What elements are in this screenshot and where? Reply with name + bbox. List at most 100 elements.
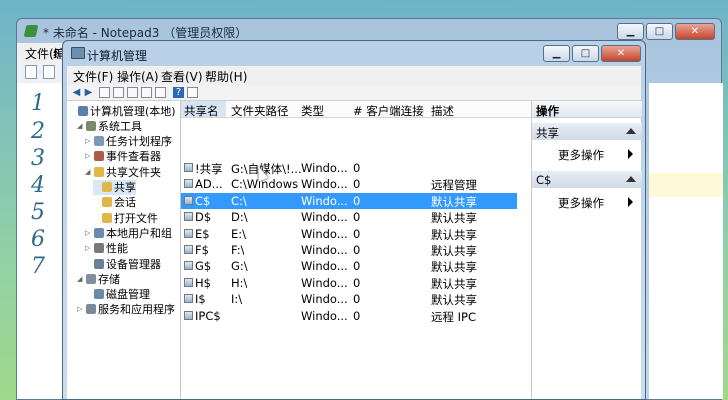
expander-icon[interactable]: ▷: [85, 244, 93, 252]
menu-view[interactable]: 查看(V): [161, 68, 203, 85]
tree-node[interactable]: ▷ 性能: [85, 241, 128, 256]
more-actions-cshare[interactable]: 更多操作: [558, 195, 604, 211]
cell-clients: 0: [353, 226, 361, 241]
column-description[interactable]: 描述: [431, 103, 454, 119]
share-icon: [184, 245, 193, 254]
cell-desc: 默认共享: [431, 194, 477, 209]
actions-section-share[interactable]: 共享: [532, 123, 642, 140]
notepad-close-button[interactable]: ✕: [675, 23, 715, 40]
menu-action[interactable]: 操作(A): [117, 68, 159, 85]
actions-section-cshare[interactable]: C$: [532, 171, 642, 188]
notepad-minimize-button[interactable]: ▁: [617, 23, 644, 40]
tree-node[interactable]: 计算机管理(本地): [69, 103, 176, 118]
cell-clients: 0: [353, 193, 361, 208]
properties-icon[interactable]: [127, 87, 138, 98]
expander-icon[interactable]: ◢: [85, 168, 93, 176]
cell-desc: 默认共享: [431, 260, 477, 275]
cell-clients: 0: [353, 259, 361, 274]
section-label: 共享: [536, 126, 559, 140]
cm-minimize-button[interactable]: ▁: [543, 45, 570, 62]
shares-list: 共享名 文件夹路径 类型 # 客户端连接 描述 !共享 G:\自媒体\!... Wi…: [181, 101, 531, 399]
expander-icon[interactable]: ◢: [77, 275, 85, 283]
tree-node-label: 本地用户和组: [106, 226, 172, 240]
show-tree-icon[interactable]: [113, 87, 124, 98]
tree-node-icon: [94, 258, 104, 269]
tree-node[interactable]: ◢ 共享文件夹: [85, 164, 161, 179]
cell-clients: 0: [353, 292, 361, 307]
more-actions-share[interactable]: 更多操作: [558, 147, 604, 163]
tree-node-icon: [94, 227, 104, 238]
cell-name: C$: [195, 193, 211, 208]
tree-node-label: 共享文件夹: [106, 165, 161, 179]
tree-node-icon: [78, 105, 88, 116]
menu-help[interactable]: 帮助(H): [205, 68, 247, 85]
tree-node-label: 存储: [98, 272, 120, 286]
back-arrow-icon[interactable]: ◀: [71, 87, 82, 98]
cm-close-button[interactable]: ✕: [601, 45, 641, 62]
cell-type: Windo...: [301, 275, 348, 290]
share-row[interactable]: E$ E:\ Windo... 0 默认共享: [181, 226, 517, 242]
export-list-icon[interactable]: [155, 87, 166, 98]
expander-icon[interactable]: ▷: [85, 137, 93, 145]
tree-node[interactable]: 设备管理器: [85, 256, 161, 271]
notepad-editor-area[interactable]: [649, 83, 723, 399]
cell-type: Windo...: [301, 193, 348, 208]
collapse-icon[interactable]: [626, 176, 636, 182]
tree-node[interactable]: 磁盘管理: [85, 287, 150, 302]
tree-node[interactable]: ◢ 系统工具: [77, 118, 142, 133]
share-row[interactable]: D$ D:\ Windo... 0 默认共享: [181, 209, 517, 225]
tree-node-icon: [94, 289, 104, 300]
expander-icon[interactable]: ▷: [85, 229, 93, 237]
help-icon[interactable]: ?: [173, 87, 184, 98]
tree-node-label: 打开文件: [114, 211, 158, 225]
tree-node-icon: [94, 136, 104, 147]
tree-node[interactable]: ▷ 任务计划程序: [85, 134, 172, 149]
expander-icon[interactable]: ◢: [77, 122, 85, 130]
forward-arrow-icon[interactable]: ▶: [83, 87, 94, 98]
share-row[interactable]: G$ G:\ Windo... 0 默认共享: [181, 258, 517, 274]
up-folder-icon[interactable]: [99, 87, 110, 98]
menu-file[interactable]: 文件(F): [73, 68, 113, 85]
share-row[interactable]: AD... C:\Windows Windo... 0 远程管理: [181, 176, 517, 192]
computer-management-window: 计算机管理 ▁ □ ✕ 文件(F) 操作(A) 查看(V) 帮助(H) ◀ ▶ …: [62, 40, 646, 400]
share-icon: [184, 163, 193, 172]
tree-node-label: 任务计划程序: [106, 135, 172, 149]
tree-node[interactable]: 打开文件: [93, 210, 158, 225]
expander-icon[interactable]: ▷: [85, 152, 93, 160]
tree-node[interactable]: ◢ 存储: [77, 271, 120, 286]
tree-node-label: 系统工具: [98, 119, 142, 133]
collapse-icon[interactable]: [626, 128, 636, 134]
column-share-name[interactable]: 共享名: [181, 101, 226, 118]
tree-node[interactable]: 会话: [93, 195, 136, 210]
share-row[interactable]: F$ F:\ Windo... 0 默认共享: [181, 242, 517, 258]
tree-node[interactable]: ▷ 本地用户和组: [85, 225, 172, 240]
show-action-pane-icon[interactable]: [187, 87, 198, 98]
tree-node[interactable]: 共享: [93, 179, 136, 195]
share-row[interactable]: I$ I:\ Windo... 0 默认共享: [181, 291, 517, 307]
column-client-connections[interactable]: # 客户端连接: [353, 103, 424, 119]
share-row[interactable]: !共享 G:\自媒体\!... Windo... 0: [181, 160, 517, 176]
column-type[interactable]: 类型: [301, 103, 324, 119]
cell-path: C:\: [231, 193, 247, 208]
computer-management-icon: [71, 47, 85, 59]
tree-node[interactable]: ▷ 服务和应用程序: [77, 302, 175, 317]
notepad-toolbar: [17, 61, 67, 83]
refresh-icon[interactable]: [141, 87, 152, 98]
share-row[interactable]: H$ H:\ Windo... 0 默认共享: [181, 275, 517, 291]
column-folder-path[interactable]: 文件夹路径: [231, 103, 289, 119]
share-row[interactable]: C$ C:\ Windo... 0 默认共享: [181, 192, 517, 209]
cm-maximize-button[interactable]: □: [572, 45, 599, 62]
notepad-maximize-button[interactable]: □: [646, 23, 673, 40]
share-icon: [184, 179, 193, 189]
new-file-icon[interactable]: [25, 65, 37, 79]
actions-title: 操作: [532, 101, 642, 118]
cell-path: E:\: [231, 226, 247, 241]
expander-icon[interactable]: ▷: [77, 305, 85, 313]
open-file-icon[interactable]: [43, 65, 55, 79]
menubar: 文件(F) 操作(A) 查看(V) 帮助(H): [67, 66, 641, 85]
share-icon: [184, 261, 193, 271]
tree-node-icon: [102, 197, 112, 208]
tree-node[interactable]: ▷ 事件查看器: [85, 149, 161, 164]
share-row[interactable]: IPC$ Windo... 0 远程 IPC: [181, 308, 517, 324]
cell-type: Windo...: [301, 308, 348, 323]
